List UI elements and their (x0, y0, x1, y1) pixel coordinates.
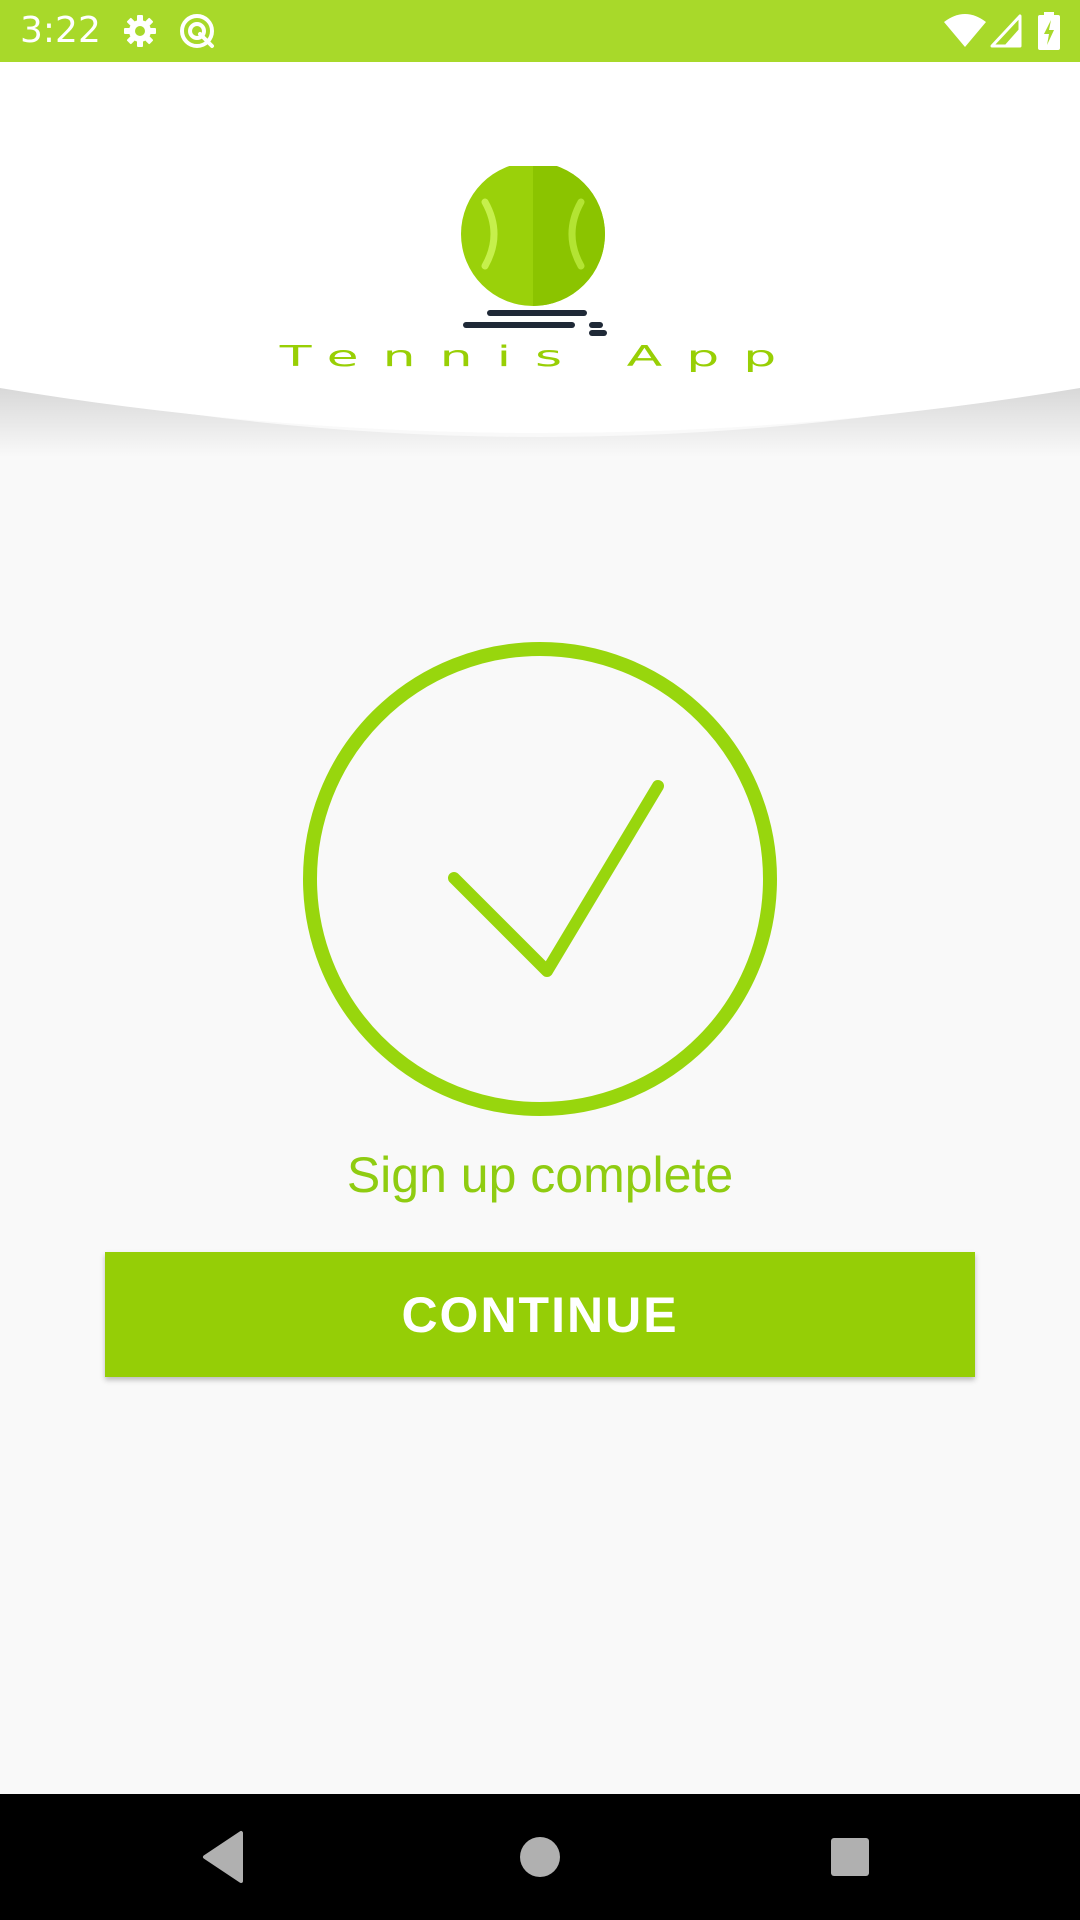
navigation-bar (0, 1794, 1080, 1920)
settings-icon (122, 13, 158, 54)
tennis-ball-icon (461, 166, 607, 336)
home-button[interactable] (470, 1794, 610, 1920)
recents-icon (831, 1838, 869, 1876)
continue-button[interactable]: CONTINUE (105, 1252, 975, 1377)
check-circle-icon (300, 640, 780, 1120)
sync-icon (178, 12, 216, 55)
battery-charging-icon (1038, 12, 1060, 55)
signal-icon (990, 14, 1022, 53)
app-name-logo: Tennis App (279, 340, 801, 373)
wifi-icon (944, 14, 986, 53)
recents-button[interactable] (780, 1794, 920, 1920)
status-bar: 3:22 (0, 0, 1080, 62)
app-header: Tennis App (0, 62, 1080, 457)
back-button[interactable] (157, 1794, 297, 1920)
home-icon (520, 1837, 560, 1877)
signup-complete-message: Sign up complete (346, 1147, 734, 1203)
back-icon (203, 1831, 243, 1883)
status-time: 3:22 (20, 10, 101, 51)
